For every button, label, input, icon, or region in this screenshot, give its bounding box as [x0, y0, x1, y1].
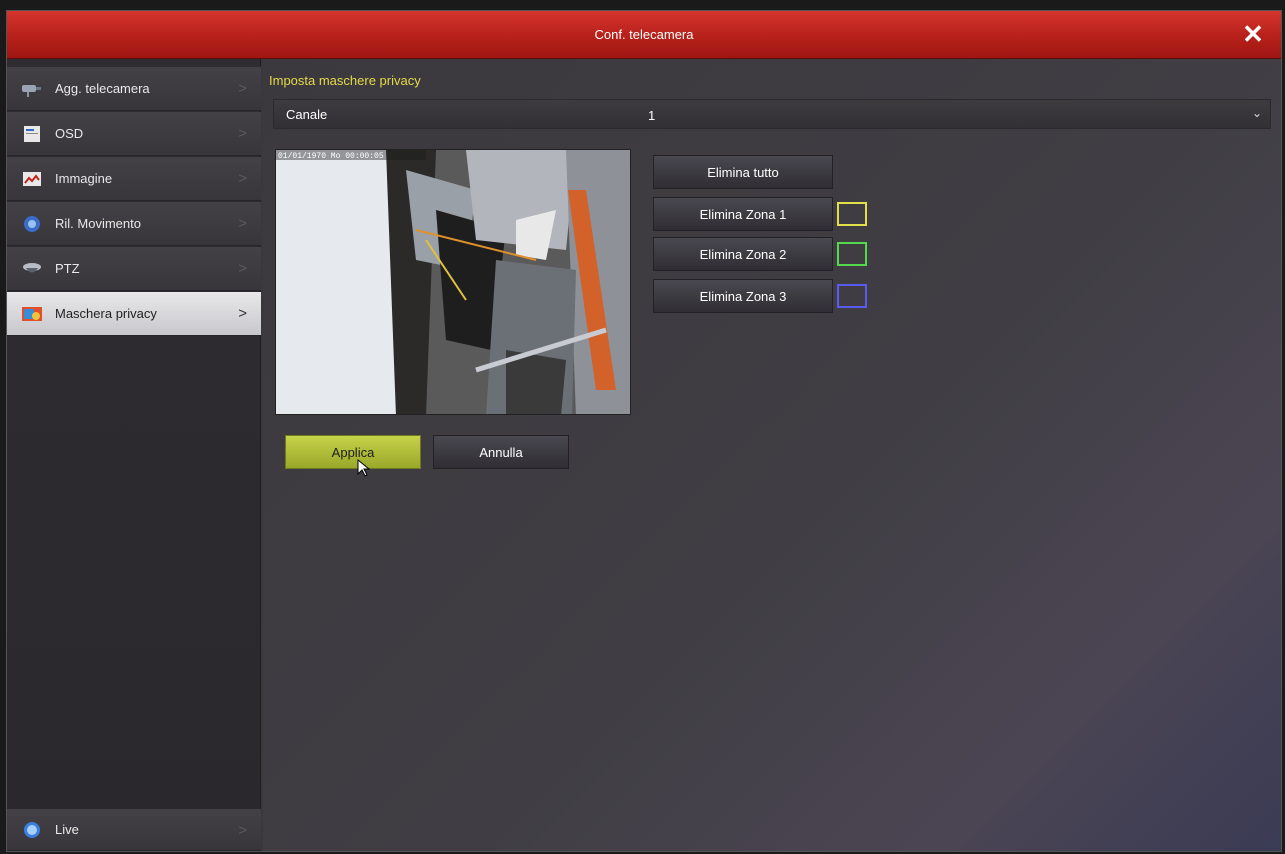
sidebar-item-live[interactable]: Live > — [7, 809, 261, 851]
dvr-screen: Conf. telecamera ✕ Agg. telecamera > OSD… — [6, 10, 1282, 852]
motion-detection-icon — [21, 215, 43, 233]
delete-zone-1-button[interactable]: Elimina Zona 1 — [653, 197, 833, 231]
sidebar-item-privacy-mask[interactable]: Maschera privacy > — [7, 292, 261, 336]
close-icon[interactable]: ✕ — [1239, 20, 1267, 48]
mouse-cursor-icon — [357, 458, 371, 482]
sidebar-item-add-camera[interactable]: Agg. telecamera > — [7, 67, 261, 111]
chevron-right-icon: > — [238, 80, 247, 97]
channel-select[interactable]: Canale 1 ⌄ — [273, 99, 1271, 129]
chevron-right-icon: > — [238, 305, 247, 322]
cancel-button[interactable]: Annulla — [433, 435, 569, 469]
sidebar-item-motion[interactable]: Ril. Movimento > — [7, 202, 261, 246]
chevron-down-icon: ⌄ — [1251, 106, 1262, 120]
sidebar-item-label: Maschera privacy — [55, 306, 157, 321]
image-icon — [21, 170, 43, 188]
chevron-right-icon: > — [238, 215, 247, 232]
channel-value: 1 — [648, 108, 656, 123]
osd-icon — [21, 125, 43, 143]
camera-preview[interactable]: 01/01/1970 Mo 00:00:05 — [275, 149, 631, 415]
camera-icon — [21, 80, 43, 98]
live-play-icon — [21, 821, 43, 839]
apply-button[interactable]: Applica — [285, 435, 421, 469]
section-title: Imposta maschere privacy — [269, 73, 421, 88]
privacy-mask-icon — [21, 305, 43, 323]
ptz-camera-icon — [21, 260, 43, 278]
sidebar-item-label: OSD — [55, 126, 84, 141]
sidebar-item-label: PTZ — [55, 261, 80, 276]
sidebar-item-ptz[interactable]: PTZ > — [7, 247, 261, 291]
sidebar-item-image[interactable]: Immagine > — [7, 157, 261, 201]
zone-1-color-swatch[interactable] — [837, 202, 867, 226]
window-title: Conf. telecamera — [594, 27, 694, 42]
sidebar-item-label: Live — [55, 822, 79, 837]
zone-2-color-swatch[interactable] — [837, 242, 867, 266]
chevron-right-icon: > — [238, 125, 247, 142]
sidebar-item-label: Agg. telecamera — [55, 81, 150, 96]
title-bar: Conf. telecamera ✕ — [7, 11, 1281, 59]
delete-zone-2-button[interactable]: Elimina Zona 2 — [653, 237, 833, 271]
sidebar: Agg. telecamera > OSD > Immagine > Ril. … — [7, 59, 261, 851]
main-panel: Imposta maschere privacy Canale 1 ⌄ 01/0… — [263, 59, 1281, 851]
sidebar-item-osd[interactable]: OSD > — [7, 112, 261, 156]
sidebar-item-label: Immagine — [55, 171, 113, 186]
channel-label: Canale — [286, 107, 328, 122]
chevron-right-icon: > — [238, 822, 247, 839]
chevron-right-icon: > — [238, 170, 247, 187]
delete-all-button[interactable]: Elimina tutto — [653, 155, 833, 189]
chevron-right-icon: > — [238, 260, 247, 277]
sidebar-item-label: Ril. Movimento — [55, 216, 141, 231]
delete-zone-3-button[interactable]: Elimina Zona 3 — [653, 279, 833, 313]
zone-3-color-swatch[interactable] — [837, 284, 867, 308]
preview-osd-timestamp: 01/01/1970 Mo 00:00:05 — [278, 152, 384, 161]
